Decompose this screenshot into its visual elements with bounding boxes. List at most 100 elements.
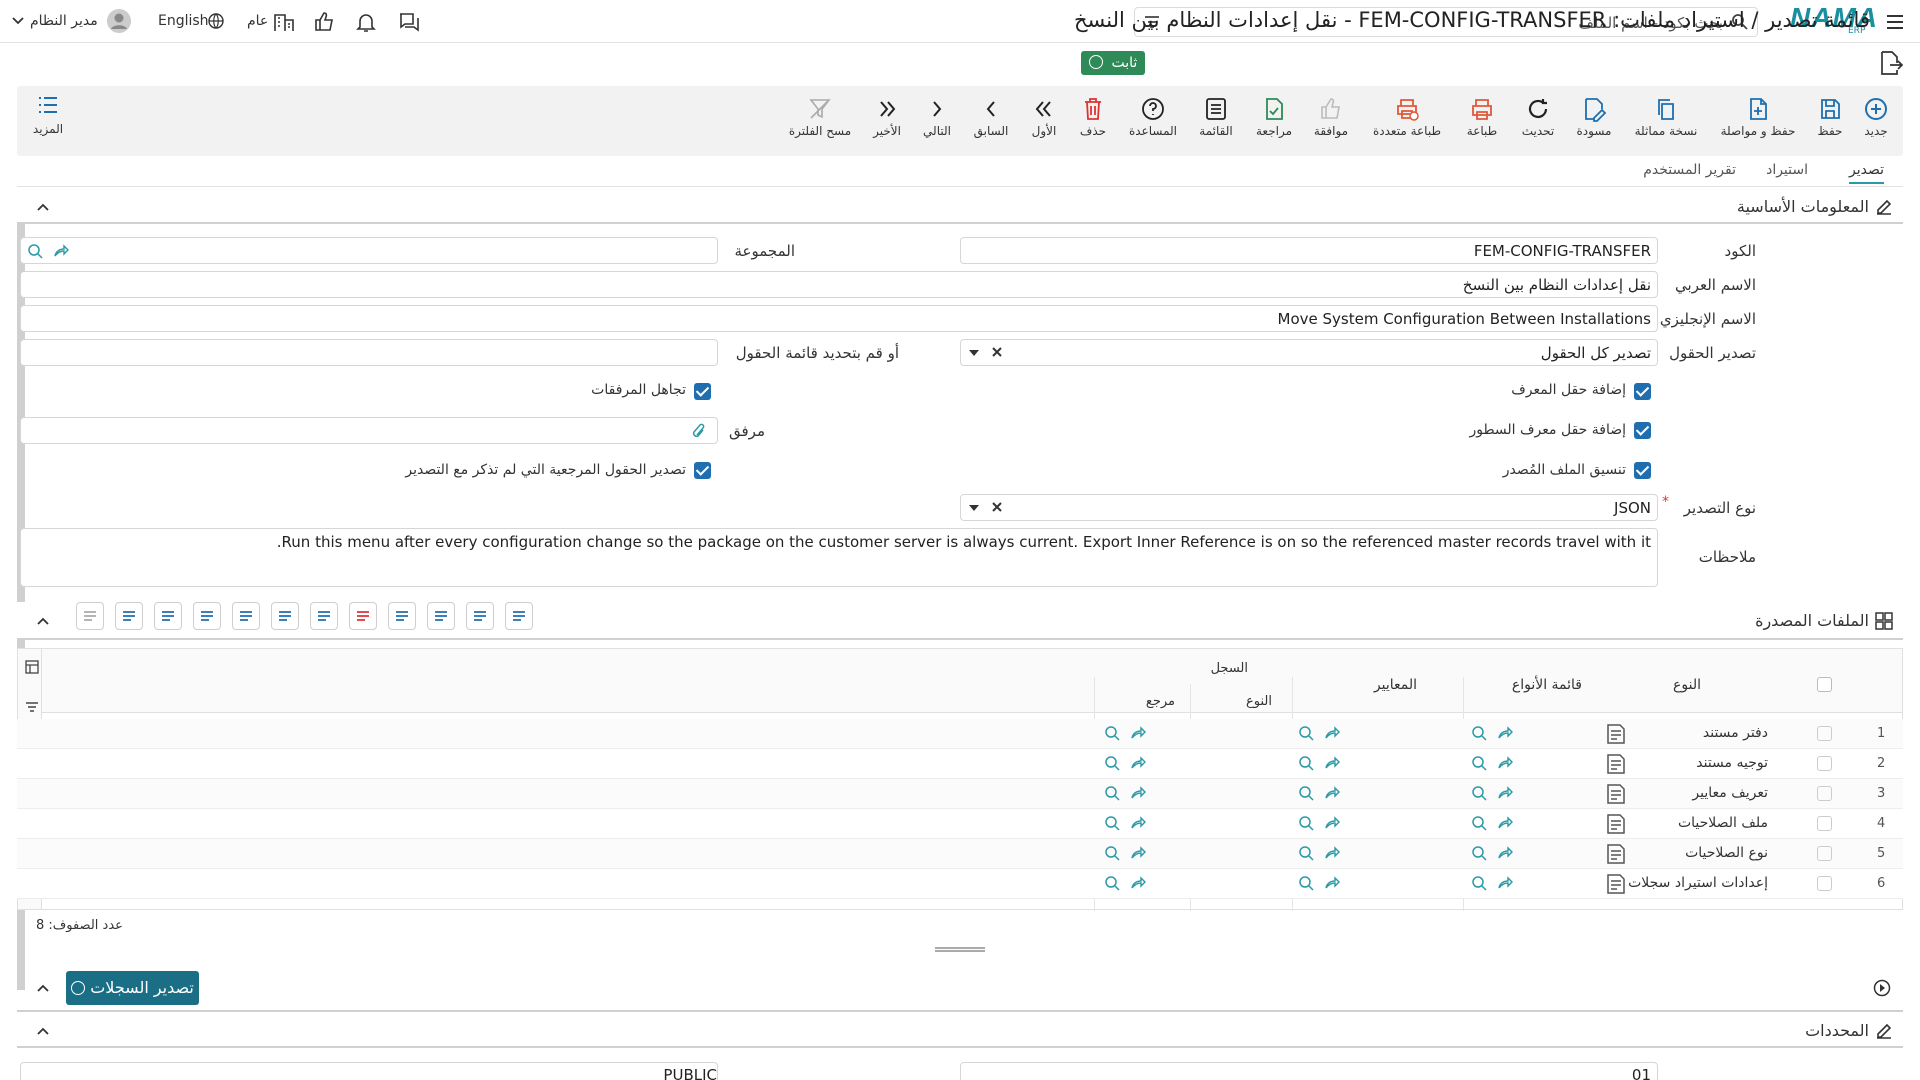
share-icon[interactable] [1497, 815, 1513, 831]
share-icon[interactable] [1130, 725, 1146, 741]
layers-button[interactable] [388, 602, 416, 630]
paperclip-icon[interactable] [691, 422, 707, 440]
clear-filter-button[interactable] [76, 602, 104, 630]
toolbar-button-refresh[interactable]: تحديث [1506, 92, 1570, 150]
fields-list-field[interactable] [20, 339, 718, 366]
col-types-list-header[interactable]: قائمة الأنواع [1512, 677, 1582, 693]
search-plus-icon[interactable] [1471, 815, 1487, 831]
building-icon[interactable] [272, 10, 296, 34]
tab-user-report[interactable]: تقرير المستخدم [1643, 162, 1736, 178]
add-line-id-checkbox[interactable] [1634, 422, 1651, 439]
group-field[interactable] [20, 237, 718, 264]
export-records-button[interactable]: تصدير السجلات [66, 971, 199, 1005]
toolbar-button-thumbs-up[interactable]: موافقة [1299, 92, 1363, 150]
clear-icon[interactable] [991, 346, 1003, 358]
export-references-checkbox[interactable] [694, 462, 711, 479]
share-icon[interactable] [1324, 845, 1340, 861]
row-checkbox[interactable] [1817, 786, 1832, 801]
toolbar-button-save[interactable]: حفظ [1798, 92, 1862, 150]
code-field[interactable]: FEM-CONFIG-TRANSFER [960, 237, 1658, 264]
add-id-checkbox[interactable] [1634, 383, 1651, 400]
tab-import[interactable]: استيراد [1766, 162, 1808, 178]
delete-row-button[interactable] [349, 602, 377, 630]
select-all-checkbox[interactable] [1817, 677, 1832, 692]
search-plus-icon[interactable] [1298, 785, 1314, 801]
basic-section-header[interactable]: المعلومات الأساسية [17, 190, 1903, 224]
toolbar-button-clear-filter[interactable]: مسح الفلترة [788, 92, 852, 150]
toolbar-button-list[interactable]: القائمة [1184, 92, 1248, 150]
table-settings-icon[interactable] [25, 660, 39, 674]
toolbar-button-save-continue[interactable]: حفظ و مواصلة [1718, 92, 1798, 150]
share-icon[interactable] [1497, 845, 1513, 861]
limits-field-1[interactable]: 01 [960, 1062, 1658, 1080]
share-icon[interactable] [1497, 785, 1513, 801]
menu-icon[interactable] [1884, 11, 1906, 33]
table-row[interactable]: 2 توجيه مستند [17, 749, 1903, 779]
user-name[interactable]: مدير النظام [30, 13, 98, 29]
share-icon[interactable] [1324, 755, 1340, 771]
dots-grid-button[interactable] [193, 602, 221, 630]
collapse-icon[interactable] [37, 1026, 49, 1036]
toolbar-button-copy[interactable]: نسخة مماثلة [1634, 92, 1698, 150]
share-icon[interactable] [1130, 785, 1146, 801]
more-button[interactable]: المزيد [28, 94, 68, 144]
search-plus-icon[interactable] [1104, 875, 1120, 891]
search-plus-icon[interactable] [1298, 845, 1314, 861]
caret-down-icon[interactable] [969, 350, 979, 356]
sort-button[interactable] [466, 602, 494, 630]
toolbar-button-draft[interactable]: مسودة [1562, 92, 1626, 150]
filter-icon[interactable] [25, 700, 39, 714]
search-plus-icon[interactable] [1471, 725, 1487, 741]
thumbs-up-icon[interactable] [313, 10, 337, 34]
search-plus-icon[interactable] [1298, 755, 1314, 771]
col-criteria-header[interactable]: المعايير [1374, 677, 1417, 693]
toolbar-button-review[interactable]: مراجعة [1242, 92, 1306, 150]
table-row[interactable]: 5 نوع الصلاحيات [17, 839, 1903, 869]
share-icon[interactable] [53, 243, 69, 259]
toolbar-button-help[interactable]: المساعدة [1121, 92, 1185, 150]
table-row[interactable]: 6 إعدادات استيراد سجلات [17, 869, 1903, 899]
chevron-down-icon[interactable] [12, 16, 24, 26]
row-checkbox[interactable] [1817, 816, 1832, 831]
tab-export[interactable]: تصدير [1848, 162, 1884, 184]
arabic-name-field[interactable]: نقل إعدادات النظام بين النسخ [20, 271, 1658, 298]
filter-button[interactable] [115, 602, 143, 630]
row-checkbox[interactable] [1817, 876, 1832, 891]
search-plus-icon[interactable] [1471, 755, 1487, 771]
search-plus-icon[interactable] [1104, 755, 1120, 771]
share-icon[interactable] [1130, 755, 1146, 771]
play-circle-icon[interactable] [1873, 979, 1891, 997]
toolbar-button-print[interactable]: طباعة [1450, 92, 1514, 150]
search-plus-icon[interactable] [27, 243, 43, 259]
share-icon[interactable] [1497, 755, 1513, 771]
column-button[interactable] [232, 602, 260, 630]
notes-textarea[interactable]: Run this menu after every configuration … [20, 528, 1658, 587]
share-icon[interactable] [1130, 815, 1146, 831]
run-button[interactable] [310, 602, 338, 630]
globe-icon[interactable] [207, 12, 225, 30]
share-icon[interactable] [1324, 725, 1340, 741]
row-checkbox[interactable] [1817, 756, 1832, 771]
files-section-header[interactable]: الملفات المصدرة [17, 602, 1903, 640]
share-icon[interactable] [1324, 815, 1340, 831]
limits-field-2[interactable]: PUBLIC [20, 1062, 718, 1080]
chat-icon[interactable] [397, 10, 421, 34]
table-row[interactable]: 1 دفتر مستند [17, 719, 1903, 749]
limits-section-header[interactable]: المحددات [17, 1014, 1903, 1048]
ignore-attachments-checkbox[interactable] [694, 383, 711, 400]
row-checkbox[interactable] [1817, 726, 1832, 741]
search-plus-icon[interactable] [1298, 875, 1314, 891]
duplicate-button[interactable] [427, 602, 455, 630]
attachment-field[interactable] [20, 417, 718, 444]
row-checkbox[interactable] [1817, 846, 1832, 861]
search-plus-icon[interactable] [1104, 845, 1120, 861]
caret-down-icon[interactable] [969, 505, 979, 511]
search-plus-icon[interactable] [1104, 815, 1120, 831]
col-type-header[interactable]: النوع [1673, 677, 1701, 693]
share-icon[interactable] [1130, 875, 1146, 891]
clear-icon[interactable] [991, 501, 1003, 513]
search-plus-icon[interactable] [1298, 815, 1314, 831]
toolbar-button-last[interactable]: الأخير [855, 92, 919, 150]
collapse-icon[interactable] [37, 616, 49, 626]
english-name-field[interactable]: Move System Configuration Between Instal… [20, 305, 1658, 332]
